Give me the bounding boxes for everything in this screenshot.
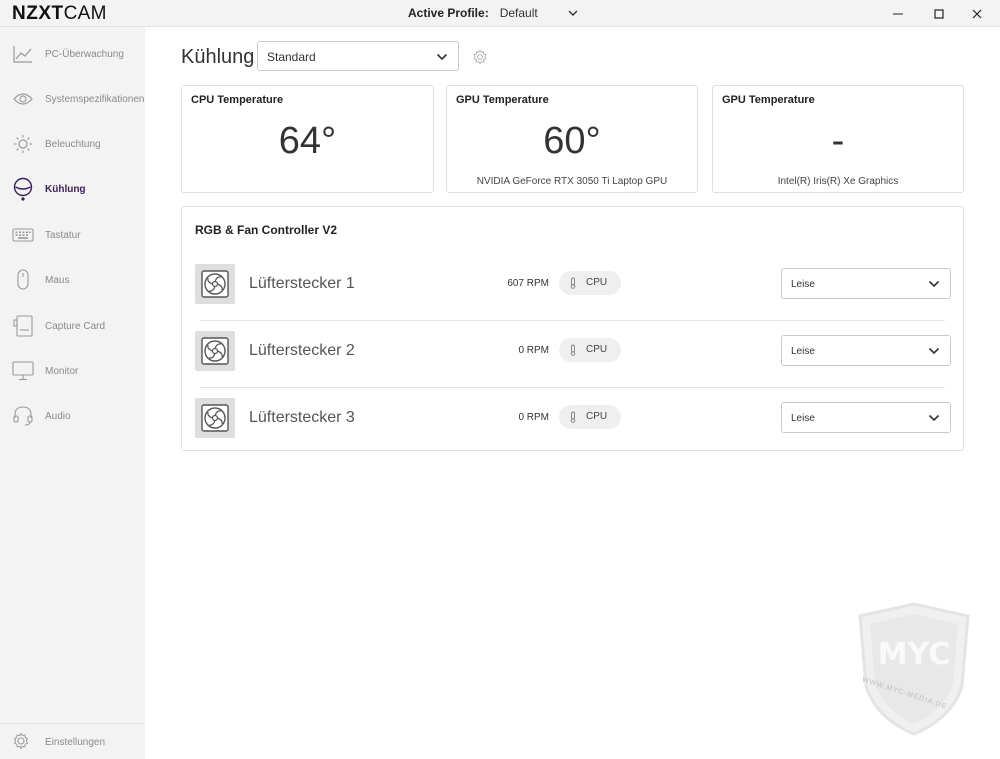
sidebar-item-label: PC-Überwachung (45, 48, 124, 60)
active-profile-selector[interactable]: Active Profile: Default (408, 6, 580, 20)
headset-icon (12, 405, 34, 427)
fan-rpm: 0 RPM (518, 345, 549, 356)
keyboard-icon (12, 224, 34, 246)
fan-row: Lüfterstecker 3 0 RPM CPU Leise (182, 388, 963, 455)
fan-mode-select[interactable]: Leise (781, 402, 951, 433)
app-logo: NZXTCAM (12, 4, 107, 24)
chevron-down-icon (928, 347, 940, 355)
sidebar-item-pc-monitoring[interactable]: PC-Überwachung (0, 36, 145, 72)
cpu-temperature-card: CPU Temperature 64° (181, 85, 434, 193)
sidebar-item-label: Maus (45, 274, 70, 286)
sidebar-item-system-specs[interactable]: Systemspezifikationen (0, 81, 145, 117)
fan-controller-panel: RGB & Fan Controller V2 Lüfterstecker 1 … (181, 206, 964, 451)
gear-icon (473, 49, 487, 65)
sidebar-item-label: Einstellungen (45, 737, 106, 748)
chevron-down-icon (928, 280, 940, 288)
fan-row: Lüfterstecker 1 607 RPM CPU Leise (182, 254, 963, 321)
chevron-down-icon (568, 10, 578, 16)
sidebar-item-label: Beleuchtung (45, 138, 101, 150)
logo-cam: CAM (63, 3, 107, 24)
card-subtitle: Intel(R) Iris(R) Xe Graphics (777, 176, 899, 187)
temperature-value: 64° (278, 120, 337, 162)
maximize-icon (934, 8, 944, 19)
cooling-icon (12, 177, 34, 201)
igpu-temperature-card: GPU Temperature - Intel(R) Iris(R) Xe Gr… (712, 85, 964, 193)
watermark-letters: MYC (878, 637, 951, 672)
chevron-down-icon (436, 53, 448, 61)
fan-rpm: 0 RPM (518, 412, 549, 423)
page-title: Kühlung (181, 46, 255, 68)
sun-icon (12, 133, 34, 155)
fan-source-chip: CPU (559, 338, 621, 362)
fan-source-label: CPU (586, 344, 608, 355)
fan-mode-value: Leise (791, 346, 815, 357)
fan-mode-select[interactable]: Leise (781, 268, 951, 299)
capture-card-icon (12, 315, 34, 337)
logo-nzxt: NZXT (12, 3, 64, 24)
temperature-value: 60° (543, 120, 601, 162)
card-subtitle: NVIDIA GeForce RTX 3050 Ti Laptop GPU (476, 176, 668, 187)
controller-title: RGB & Fan Controller V2 (195, 223, 338, 237)
fan-icon (195, 264, 235, 304)
fan-name: Lüfterstecker 2 (249, 342, 355, 359)
sidebar-item-label: Kühlung (45, 183, 86, 195)
cooling-profile-select[interactable]: Standard (257, 41, 459, 71)
sidebar-item-audio[interactable]: Audio (0, 398, 145, 434)
thermometer-icon (570, 277, 576, 289)
fan-mode-value: Leise (791, 279, 815, 290)
fan-mode-select[interactable]: Leise (781, 335, 951, 366)
eye-icon (12, 88, 34, 110)
fan-source-label: CPU (586, 411, 608, 422)
fan-source-label: CPU (586, 277, 608, 288)
sidebar-item-label: Systemspezifikationen (45, 93, 145, 105)
monitor-icon (12, 360, 34, 382)
cooling-profile-value: Standard (267, 50, 316, 64)
close-icon (972, 9, 982, 18)
card-title: GPU Temperature (456, 94, 549, 106)
sidebar-item-label: Audio (45, 410, 71, 422)
fan-icon (195, 331, 235, 371)
active-profile-label: Active Profile: (408, 6, 489, 20)
sidebar-item-settings[interactable]: Einstellungen (0, 723, 145, 759)
minimize-icon (893, 13, 903, 14)
sidebar-item-label: Monitor (45, 365, 79, 377)
profile-settings-button[interactable] (472, 49, 488, 65)
fan-row: Lüfterstecker 2 0 RPM CPU Leise (182, 321, 963, 388)
close-button[interactable] (957, 0, 997, 27)
thermometer-icon (570, 411, 576, 423)
fan-rpm: 607 RPM (507, 278, 549, 289)
fan-name: Lüfterstecker 1 (249, 275, 355, 292)
temperature-value: - (831, 120, 845, 162)
fan-icon (195, 398, 235, 438)
minimize-button[interactable] (878, 0, 918, 27)
watermark-shield-logo: MYC (858, 602, 970, 736)
sidebar-item-keyboard[interactable]: Tastatur (0, 217, 145, 253)
fan-source-chip: CPU (559, 271, 621, 295)
card-title: GPU Temperature (722, 94, 815, 106)
sidebar-item-label: Tastatur (45, 229, 81, 241)
fan-name: Lüfterstecker 3 (249, 409, 355, 426)
fan-mode-value: Leise (791, 413, 815, 424)
sidebar-item-capture-card[interactable]: Capture Card (0, 308, 145, 344)
chevron-down-icon (928, 414, 940, 422)
card-title: CPU Temperature (191, 94, 284, 106)
thermometer-icon (570, 344, 576, 356)
gear-icon (12, 732, 32, 752)
sidebar-item-mouse[interactable]: Maus (0, 262, 145, 298)
maximize-button[interactable] (919, 0, 959, 27)
sidebar-item-label: Capture Card (45, 320, 106, 332)
active-profile-value: Default (499, 6, 538, 20)
sidebar-item-cooling[interactable]: Kühlung (0, 171, 145, 207)
sidebar: PC-Überwachung Systemspezifikationen Bel… (0, 27, 145, 759)
mouse-icon (12, 269, 34, 291)
title-bar: NZXTCAM Active Profile: Default (0, 0, 1000, 27)
line-chart-icon (12, 43, 34, 65)
sidebar-item-monitor[interactable]: Monitor (0, 353, 145, 389)
gpu-temperature-card: GPU Temperature 60° NVIDIA GeForce RTX 3… (446, 85, 698, 193)
fan-source-chip: CPU (559, 405, 621, 429)
sidebar-item-lighting[interactable]: Beleuchtung (0, 126, 145, 162)
